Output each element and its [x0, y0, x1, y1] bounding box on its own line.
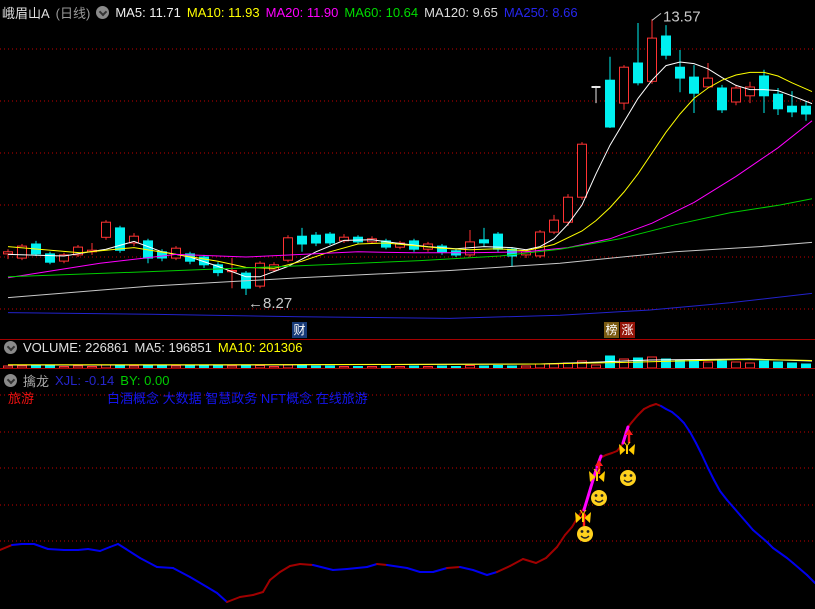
ma5-legend: MA5: 11.71	[115, 5, 181, 20]
candlestick-series	[3, 19, 811, 295]
collapse-indicator-pane-icon[interactable]	[4, 374, 17, 387]
ma-line-MA60	[7, 198, 813, 278]
ma-line-MA10	[7, 71, 813, 269]
finance-news-badge[interactable]: 财	[292, 322, 307, 338]
stock-name: 峨眉山A	[2, 6, 50, 21]
ma-lines	[7, 61, 813, 319]
ma-line-MA250	[7, 292, 813, 319]
ma-line-MA5	[7, 61, 813, 278]
volume-ma5-value: MA5: 196851	[134, 340, 212, 355]
concept-tag-links[interactable]: 白酒概念 大数据 智慧政务 NFT概念 在线旅游	[107, 388, 368, 407]
stock-chart-app: 13.57 ←8.27 峨眉山A (日线) MA5: 11.71 MA10: 11…	[0, 0, 815, 609]
indicator-by-value: BY: 0.00	[120, 373, 170, 388]
main-chart-header: 峨眉山A (日线) MA5: 11.71 MA10: 11.93 MA20: 1…	[2, 3, 578, 22]
ma10-legend: MA10: 11.93	[186, 5, 260, 20]
volume-ma10-value: MA10: 201306	[217, 340, 303, 355]
collapse-main-pane-icon[interactable]	[96, 6, 110, 19]
chart-period: (日线)	[55, 6, 91, 21]
ma-line-MA120	[7, 241, 813, 299]
rise-badge[interactable]: 涨	[620, 322, 635, 338]
volume-header: VOLUME: 226861 MA5: 196851 MA10: 201306	[4, 340, 302, 355]
ma-line-MA20	[7, 120, 813, 279]
ma60-legend: MA60: 10.64	[344, 5, 419, 20]
indicator-curve	[0, 403, 815, 603]
rank-badge[interactable]: 榜	[604, 322, 619, 338]
ma20-legend: MA20: 11.90	[265, 5, 339, 20]
low-price-label: ←8.27	[248, 295, 292, 312]
volume-value: VOLUME: 226861	[23, 340, 129, 355]
ma250-legend: MA250: 8.66	[503, 5, 578, 20]
indicator-xjl-value: XJL: -0.14	[55, 373, 115, 388]
pane-divider-2	[0, 368, 815, 369]
collapse-volume-pane-icon[interactable]	[4, 341, 17, 354]
indicator-gridlines	[0, 394, 815, 542]
main-candlestick-pane[interactable]: 13.57 ←8.27	[0, 0, 815, 340]
volume-bars	[3, 355, 811, 369]
ma120-legend: MA120: 9.65	[424, 5, 498, 20]
high-price-label: 13.57	[663, 8, 701, 25]
sector-tag-tourism[interactable]: 旅游	[8, 388, 34, 407]
